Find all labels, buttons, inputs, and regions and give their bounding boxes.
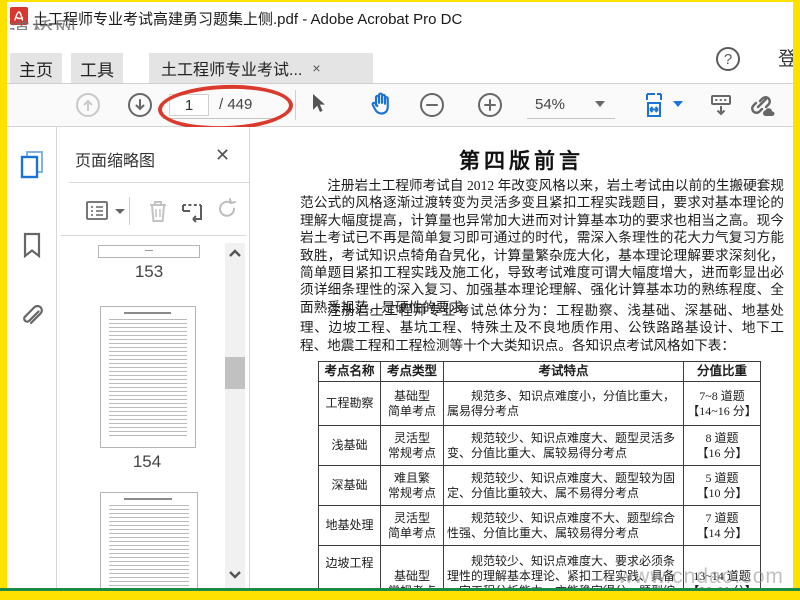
panel-scrollbar[interactable]: [225, 243, 245, 588]
exam-point-score: 7~8 道题 【14~16 分】: [683, 381, 761, 426]
panel-scrollbar-thumb[interactable]: [225, 357, 245, 389]
panel-divider: [69, 182, 249, 183]
frame-green-line: [0, 588, 800, 591]
tab-document[interactable]: 土工程师专业考试... ×: [149, 53, 373, 83]
site-watermark-bottom: www.cndao.com: [618, 565, 784, 588]
table-row: 浅基础 灵活型 常规考点 规范较少、知识点难度大、题型灵活多变、分值比重大、属较…: [318, 425, 761, 466]
document-heading: 第四版前言: [459, 149, 584, 173]
exam-point-type: 基础型 常规考点: [380, 545, 444, 588]
collapse-toolbar-icon[interactable]: [707, 91, 735, 119]
thumbnail-page-number: 154: [132, 452, 162, 471]
exam-point-score: 8 道题 【16 分】: [683, 425, 761, 466]
page-thumbnail[interactable]: [100, 306, 196, 448]
panel-divider: [61, 235, 246, 236]
red-circle-annotation: [157, 82, 294, 133]
navigation-pane-strip: [7, 127, 57, 588]
panel-close-icon[interactable]: ✕: [215, 145, 230, 166]
rotate-pages-icon[interactable]: [215, 197, 239, 225]
toolbar-divider: [295, 90, 296, 120]
share-link-icon[interactable]: [745, 90, 777, 120]
exam-point-name: 深基础: [318, 465, 381, 506]
col-header: 考点类型: [380, 361, 444, 382]
zoom-out-button[interactable]: [419, 92, 445, 118]
bookmarks-icon[interactable]: [21, 231, 43, 259]
zoom-level-value: 54%: [535, 96, 566, 113]
exam-point-feature: 规范较少、知识点难度不大、题型综合性强、分值比重大、属较易得分考点: [443, 505, 684, 546]
main-toolbar: / 449 54%: [7, 82, 793, 133]
document-paragraph: 注册岩土工程师专业考试总体分为：工程勘察、浅基础、深基础、地基处理、边坡工程、基…: [300, 303, 784, 353]
zoom-in-button[interactable]: [477, 92, 503, 118]
hand-tool-icon[interactable]: [367, 89, 395, 119]
tab-bar: 主页 工具 土工程师专业考试... × ? 登: [7, 30, 793, 84]
exam-point-name: 边坡工程: [318, 545, 381, 588]
page-thumbnail[interactable]: [100, 492, 198, 588]
page-thumbnails-panel: 页面缩略图 ✕ 153 154: [57, 127, 250, 588]
panel-title: 页面缩略图: [75, 153, 156, 170]
page-thumbnails-icon[interactable]: [18, 149, 46, 181]
document-tab-label: 土工程师专业考试...: [161, 62, 303, 79]
sign-in-link[interactable]: 登: [778, 44, 793, 71]
thumbnail-text-lines: [109, 319, 187, 437]
table-header-row: 考点名称 考点类型 考试特点 分值比重: [318, 361, 761, 382]
table-row: 地基处理 灵活型 简单考点 规范较少、知识点难度不大、题型综合性强、分值比重大、…: [318, 505, 761, 546]
table-row: 深基础 难且繁 常规考点 规范较少、知识点难度大、题型较为固定、分值比重较大、属…: [318, 465, 761, 506]
acrobat-window: 土工程师专业考试高建勇习题集上侧.pdf - Adobe Acrobat Pro…: [7, 2, 793, 588]
col-header: 分值比重: [683, 361, 761, 382]
fit-width-icon[interactable]: [639, 90, 669, 120]
exam-point-feature: 规范多、知识点难度小，分值比重大，属易得分考点: [443, 381, 684, 426]
attachments-icon[interactable]: [19, 303, 45, 331]
exam-point-score: 7 道题 【14 分】: [683, 505, 761, 546]
exam-point-type: 难且繁 常规考点: [380, 465, 444, 506]
thumbnail-options-icon[interactable]: [85, 199, 111, 223]
thumbnail-page-number: 153: [134, 262, 164, 281]
fit-options-caret[interactable]: [673, 101, 683, 107]
table-row: 工程勘察 基础型 简单考点 规范多、知识点难度小，分值比重大，属易得分考点 7~…: [318, 381, 761, 426]
page-thumbnail[interactable]: [98, 245, 200, 258]
zoom-dropdown-caret[interactable]: [595, 101, 605, 107]
exam-point-type: 灵活型 常规考点: [380, 425, 444, 466]
crop-pages-icon[interactable]: [179, 197, 207, 225]
zoom-field-underline: [527, 118, 615, 119]
close-tab-icon[interactable]: ×: [312, 60, 320, 76]
col-header: 考试特点: [443, 361, 684, 382]
delete-pages-icon[interactable]: [145, 197, 171, 225]
thumbnail-options-caret[interactable]: [115, 209, 125, 214]
tab-home[interactable]: 主页: [10, 53, 62, 83]
exam-point-type: 灵活型 简单考点: [380, 505, 444, 546]
exam-point-feature: 规范较少、知识点难度大、题型灵活多变、分值比重大、属较易得分考点: [443, 425, 684, 466]
col-header: 考点名称: [318, 361, 381, 382]
tab-tools[interactable]: 工具: [71, 53, 123, 83]
thumbnail-text-lines: [109, 505, 189, 588]
exam-points-table: 考点名称 考点类型 考试特点 分值比重 工程勘察 基础型 简单考点 规范多、知识…: [318, 361, 761, 588]
document-view[interactable]: 第四版前言 注册岩土工程师考试自 2012 年改变风格以来，岩土考试由以前的生搬…: [250, 127, 793, 588]
window-title: 土工程师专业考试高建勇习题集上侧.pdf - Adobe Acrobat Pro…: [33, 11, 463, 28]
document-paragraph: 注册岩土工程师考试自 2012 年改变风格以来，岩土考试由以前的生搬硬套规范公式…: [300, 178, 784, 315]
exam-point-name: 浅基础: [318, 425, 381, 466]
help-icon[interactable]: ?: [716, 47, 740, 71]
previous-page-button[interactable]: [75, 92, 101, 118]
exam-point-feature: 规范较少、知识点难度大、题型较为固定、分值比重较大、属不易得分考点: [443, 465, 684, 506]
select-tool-icon[interactable]: [305, 91, 329, 117]
exam-point-name: 工程勘察: [318, 381, 381, 426]
next-page-button[interactable]: [127, 92, 153, 118]
exam-point-name: 地基处理: [318, 505, 381, 546]
exam-point-score: 5 道题 【10 分】: [683, 465, 761, 506]
panel-toolbar-divider: [129, 197, 130, 225]
exam-point-type: 基础型 简单考点: [380, 381, 444, 426]
title-bar: 土工程师专业考试高建勇习题集上侧.pdf - Adobe Acrobat Pro…: [7, 2, 793, 30]
